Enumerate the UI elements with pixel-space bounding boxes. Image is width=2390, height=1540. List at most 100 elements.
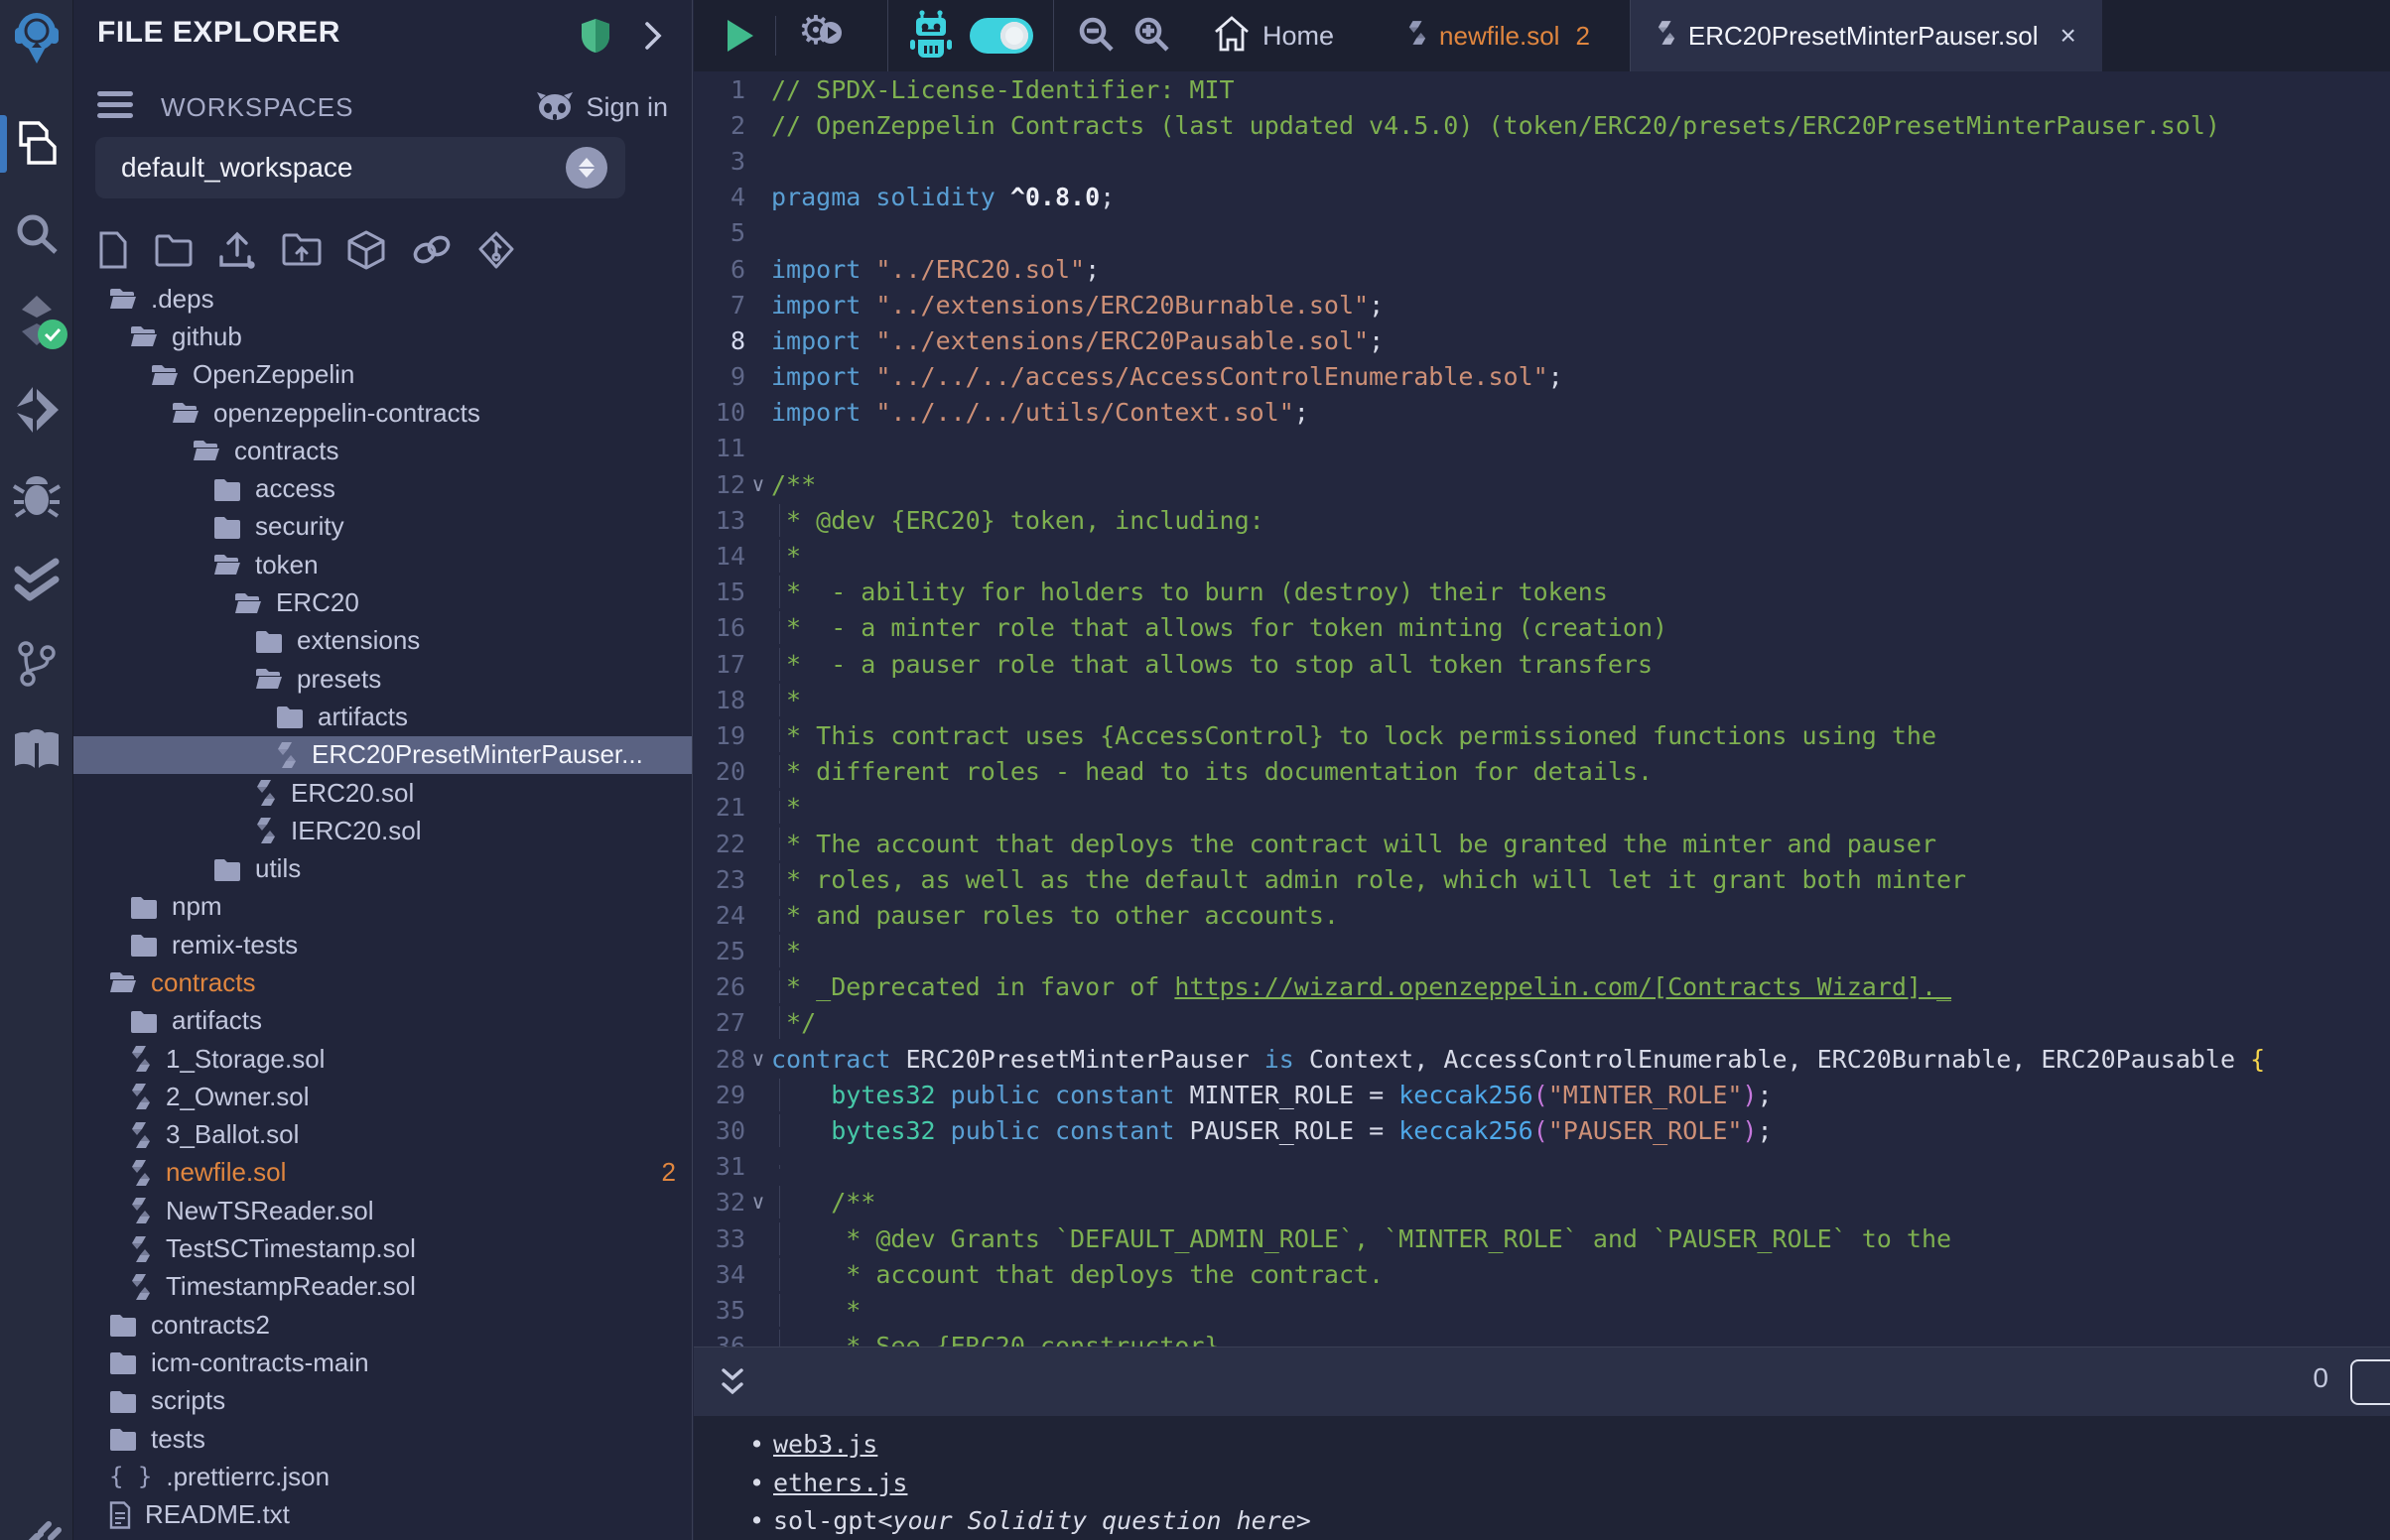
code-line-22[interactable]: 22 * The account that deploys the contra… bbox=[694, 826, 2390, 861]
code-line-2[interactable]: 2// OpenZeppelin Contracts (last updated… bbox=[694, 107, 2390, 143]
code-line-12[interactable]: 12∨/** bbox=[694, 466, 2390, 502]
tree-file-newfile-sol[interactable]: newfile.sol2 bbox=[73, 1154, 692, 1192]
tree-folder-npm[interactable]: npm bbox=[73, 888, 692, 926]
import-link-icon[interactable] bbox=[411, 233, 453, 267]
code-line-21[interactable]: 21 * bbox=[694, 790, 2390, 826]
tree-folder-github[interactable]: github bbox=[73, 318, 692, 355]
code-line-29[interactable]: 29 bytes32 public constant MINTER_ROLE =… bbox=[694, 1077, 2390, 1112]
code-line-6[interactable]: 6import "../ERC20.sol"; bbox=[694, 251, 2390, 287]
learneth-book-icon[interactable] bbox=[0, 726, 73, 772]
tree-folder-extensions[interactable]: extensions bbox=[73, 622, 692, 660]
code-line-35[interactable]: 35 * bbox=[694, 1292, 2390, 1328]
run-script-play-icon[interactable] bbox=[728, 20, 753, 52]
tab-newfile-sol[interactable]: newfile.sol2 bbox=[1407, 0, 1630, 71]
load-cube-icon[interactable] bbox=[347, 230, 385, 270]
tree-file-erc20-sol[interactable]: ERC20.sol bbox=[73, 774, 692, 812]
tab-erc20presetminterpauser-sol[interactable]: ERC20PresetMinterPauser.sol× bbox=[1630, 0, 2102, 71]
copilot-toggle[interactable] bbox=[970, 18, 1033, 54]
debugger-icon[interactable] bbox=[0, 470, 73, 520]
code-line-3[interactable]: 3 bbox=[694, 143, 2390, 179]
tab-close-icon[interactable]: × bbox=[2060, 20, 2076, 52]
run-settings-gears-icon[interactable]: ⚙ bbox=[798, 12, 850, 60]
code-line-32[interactable]: 32∨ /** bbox=[694, 1185, 2390, 1220]
tree-folder-tests[interactable]: tests bbox=[73, 1420, 692, 1458]
tree-folder-openzeppelin[interactable]: OpenZeppelin bbox=[73, 356, 692, 394]
tree-folder-remix-tests[interactable]: remix-tests bbox=[73, 926, 692, 963]
tree-folder-contracts2[interactable]: contracts2 bbox=[73, 1306, 692, 1344]
code-line-10[interactable]: 10import "../../../utils/Context.sol"; bbox=[694, 395, 2390, 431]
fold-chevron-icon[interactable]: ∨ bbox=[745, 1190, 771, 1215]
code-editor[interactable]: 1// SPDX-License-Identifier: MIT2// Open… bbox=[694, 71, 2390, 1347]
fold-chevron-icon[interactable]: ∨ bbox=[745, 472, 771, 497]
remix-logo-icon[interactable] bbox=[0, 8, 73, 65]
new-folder-icon[interactable] bbox=[155, 233, 193, 267]
upload-file-icon[interactable] bbox=[218, 231, 256, 269]
plugin-manager-icon[interactable] bbox=[0, 1512, 73, 1540]
code-line-5[interactable]: 5 bbox=[694, 215, 2390, 251]
code-line-1[interactable]: 1// SPDX-License-Identifier: MIT bbox=[694, 71, 2390, 107]
code-line-18[interactable]: 18 * bbox=[694, 682, 2390, 717]
tree-file-newtsreader-sol[interactable]: NewTSReader.sol bbox=[73, 1192, 692, 1229]
code-line-8[interactable]: 8import "../extensions/ERC20Pausable.sol… bbox=[694, 322, 2390, 358]
code-line-20[interactable]: 20 * different roles - head to its docum… bbox=[694, 754, 2390, 790]
tree-file-ierc20-sol[interactable]: IERC20.sol bbox=[73, 812, 692, 849]
code-line-33[interactable]: 33 * @dev Grants `DEFAULT_ADMIN_ROLE`, `… bbox=[694, 1220, 2390, 1256]
file-explorer-icon[interactable] bbox=[0, 117, 73, 171]
github-sign-in[interactable]: Sign in bbox=[536, 91, 668, 123]
tree-file-testsctimestamp-sol[interactable]: TestSCTimestamp.sol bbox=[73, 1229, 692, 1267]
tree-folder-erc20[interactable]: ERC20 bbox=[73, 583, 692, 621]
workspace-select[interactable]: default_workspace bbox=[95, 137, 625, 198]
solidity-compiler-icon[interactable] bbox=[0, 294, 73, 347]
tree-file-1-storage-sol[interactable]: 1_Storage.sol bbox=[73, 1040, 692, 1078]
code-line-4[interactable]: 4pragma solidity ^0.8.0; bbox=[694, 180, 2390, 215]
code-line-23[interactable]: 23 * roles, as well as the default admin… bbox=[694, 861, 2390, 897]
tree-folder-utils[interactable]: utils bbox=[73, 849, 692, 887]
new-file-icon[interactable] bbox=[97, 231, 129, 269]
code-line-26[interactable]: 26 * _Deprecated in favor of https://wiz… bbox=[694, 969, 2390, 1005]
code-line-14[interactable]: 14 * bbox=[694, 538, 2390, 574]
tree-file-timestampreader-sol[interactable]: TimestampReader.sol bbox=[73, 1268, 692, 1306]
clone-git-icon[interactable] bbox=[478, 231, 514, 269]
code-line-17[interactable]: 17 * - a pauser role that allows to stop… bbox=[694, 646, 2390, 682]
tree-folder--deps[interactable]: .deps bbox=[73, 280, 692, 318]
tree-folder-security[interactable]: security bbox=[73, 508, 692, 546]
tree-file-3-ballot-sol[interactable]: 3_Ballot.sol bbox=[73, 1116, 692, 1154]
code-line-16[interactable]: 16 * - a minter role that allows for tok… bbox=[694, 610, 2390, 646]
code-line-19[interactable]: 19 * This contract uses {AccessControl} … bbox=[694, 717, 2390, 753]
terminal-search-box[interactable] bbox=[2350, 1359, 2390, 1405]
home-tab-label[interactable]: Home bbox=[1262, 21, 1334, 52]
home-icon[interactable] bbox=[1213, 16, 1251, 57]
collapse-panel-chevron-icon[interactable] bbox=[644, 21, 662, 56]
tree-folder-artifacts[interactable]: artifacts bbox=[73, 1002, 692, 1040]
tree-folder-contracts[interactable]: contracts bbox=[73, 963, 692, 1001]
tree-folder-access[interactable]: access bbox=[73, 469, 692, 507]
ai-copilot-robot-icon[interactable] bbox=[910, 10, 952, 63]
terminal-link[interactable]: web3.js bbox=[773, 1430, 877, 1459]
unit-testing-icon[interactable] bbox=[0, 558, 73, 603]
code-line-13[interactable]: 13 * @dev {ERC20} token, including: bbox=[694, 502, 2390, 538]
code-line-30[interactable]: 30 bytes32 public constant PAUSER_ROLE =… bbox=[694, 1112, 2390, 1148]
terminal-link[interactable]: ethers.js bbox=[773, 1469, 907, 1497]
workspaces-menu-icon[interactable] bbox=[97, 91, 133, 124]
code-line-36[interactable]: 36 * See {ERC20-constructor}. bbox=[694, 1329, 2390, 1347]
code-line-7[interactable]: 7import "../extensions/ERC20Burnable.sol… bbox=[694, 287, 2390, 322]
tree-folder-openzeppelin-contracts[interactable]: openzeppelin-contracts bbox=[73, 394, 692, 432]
code-line-15[interactable]: 15 * - ability for holders to burn (dest… bbox=[694, 575, 2390, 610]
tree-folder-presets[interactable]: presets bbox=[73, 660, 692, 698]
code-line-9[interactable]: 9import "../../../access/AccessControlEn… bbox=[694, 359, 2390, 395]
terminal-output[interactable]: Type the library name to see available c… bbox=[694, 1416, 2390, 1540]
tree-folder-artifacts[interactable]: artifacts bbox=[73, 698, 692, 735]
tree-folder-scripts[interactable]: scripts bbox=[73, 1382, 692, 1420]
upload-folder-icon[interactable] bbox=[282, 232, 322, 268]
code-line-31[interactable]: 31 bbox=[694, 1149, 2390, 1185]
tree-folder-token[interactable]: token bbox=[73, 546, 692, 583]
tree-file-erc20presetminterpauser-[interactable]: ERC20PresetMinterPauser... bbox=[73, 736, 692, 774]
search-icon[interactable] bbox=[0, 210, 73, 258]
tree-folder-contracts[interactable]: contracts bbox=[73, 432, 692, 469]
zoom-in-icon[interactable] bbox=[1131, 14, 1171, 59]
tree-file-2-owner-sol[interactable]: 2_Owner.sol bbox=[73, 1078, 692, 1115]
code-line-28[interactable]: 28∨contract ERC20PresetMinterPauser is C… bbox=[694, 1041, 2390, 1077]
git-icon[interactable] bbox=[0, 639, 73, 689]
code-line-34[interactable]: 34 * account that deploys the contract. bbox=[694, 1256, 2390, 1292]
code-line-11[interactable]: 11 bbox=[694, 431, 2390, 466]
